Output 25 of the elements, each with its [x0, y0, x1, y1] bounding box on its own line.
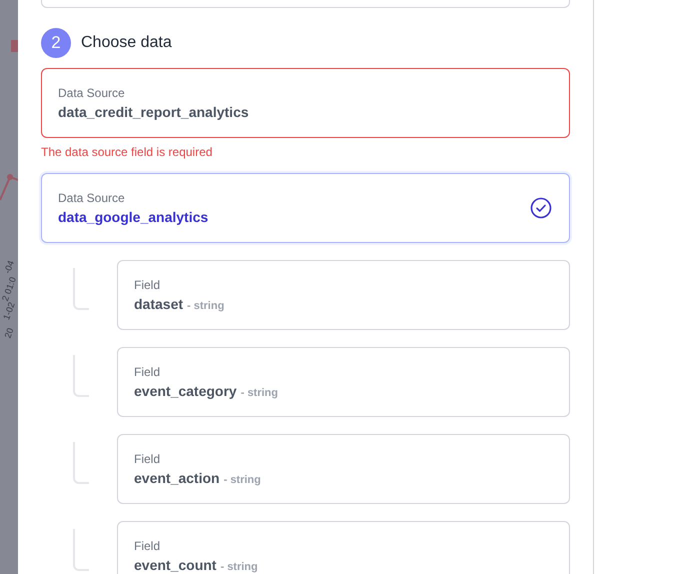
field-label: Field	[134, 538, 162, 554]
field-card[interactable]: Field dataset - string	[117, 260, 570, 330]
field-value: data_credit_report_analytics	[58, 102, 249, 122]
step-title: Choose data	[81, 33, 172, 53]
field-value: event_count - string	[134, 556, 259, 574]
field-card[interactable]: Field event_count - string	[117, 521, 570, 574]
error-message: The data source field is required	[41, 144, 214, 161]
field-label: Field	[134, 364, 162, 380]
field-card[interactable]: Field event_action - string	[117, 434, 570, 504]
data-source-select[interactable]: Data Source data_credit_report_analytics	[41, 68, 570, 138]
axis-label: 20	[2, 326, 16, 340]
field-value: dataset - string	[134, 294, 226, 314]
field-label: Data Source	[58, 84, 126, 102]
field-value: event_category - string	[134, 382, 279, 401]
step-number: 2	[41, 28, 71, 58]
data-source-select[interactable]: Data Source data_google_analytics	[41, 173, 570, 243]
axis-label: 2 01:0	[0, 276, 18, 302]
field-value: event_action - string	[134, 468, 262, 488]
axis-label: -04	[2, 259, 16, 275]
field-value: data_google_analytics	[58, 208, 208, 227]
field-label: Data Source	[58, 190, 126, 206]
field-card[interactable]: Field event_category - string	[117, 347, 570, 417]
field-label: Field	[134, 276, 162, 294]
axis-label: 1-02	[1, 300, 17, 322]
field-label: Field	[134, 450, 162, 468]
